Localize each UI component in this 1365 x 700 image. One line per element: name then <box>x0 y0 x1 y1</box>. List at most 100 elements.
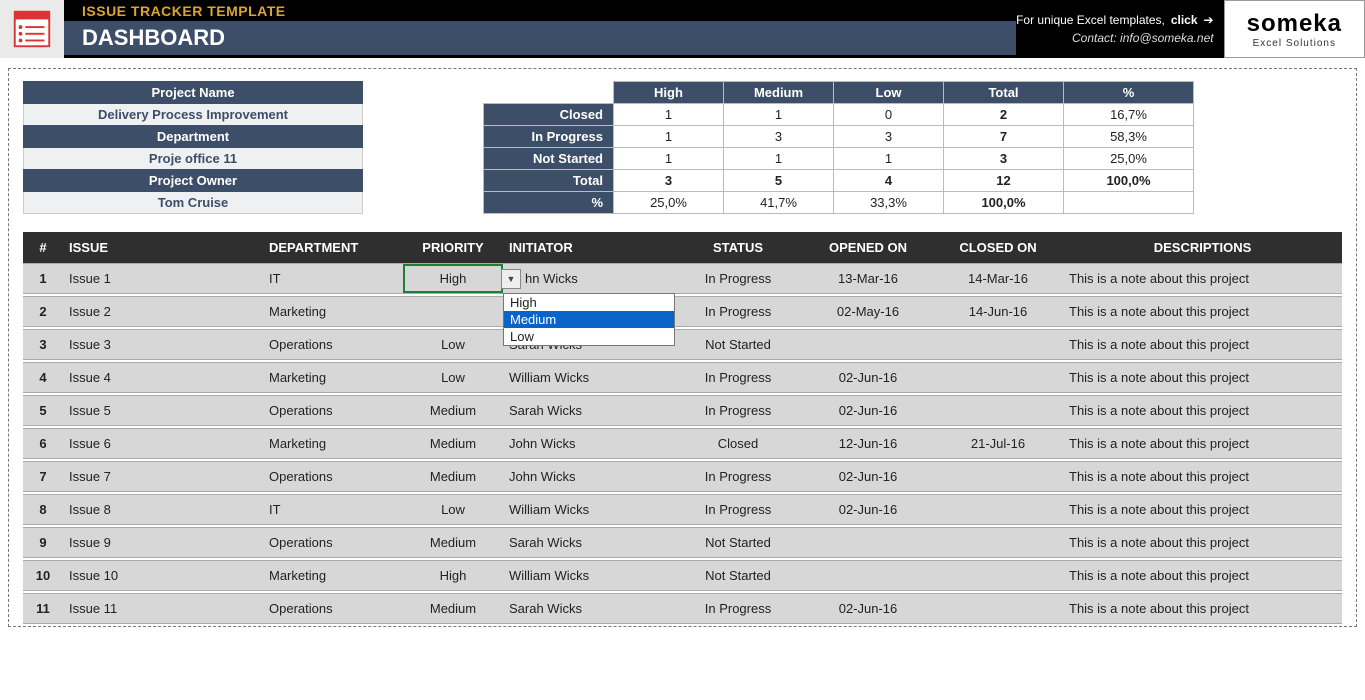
cell-status[interactable]: In Progress <box>673 264 803 293</box>
cell-desc[interactable]: This is a note about this project <box>1063 297 1342 326</box>
cell-num[interactable]: 11 <box>23 594 63 623</box>
issue-row[interactable]: 7Issue 7OperationsMediumJohn WicksIn Pro… <box>23 461 1342 492</box>
issue-row[interactable]: 8Issue 8ITLowWilliam WicksIn Progress02-… <box>23 494 1342 525</box>
cell-status[interactable]: In Progress <box>673 363 803 392</box>
cell-priority[interactable]: Medium <box>403 594 503 623</box>
cell-desc[interactable]: This is a note about this project <box>1063 396 1342 425</box>
cell-issue[interactable]: Issue 4 <box>63 363 263 392</box>
cell-opened[interactable]: 02-Jun-16 <box>803 462 933 491</box>
cell-closed[interactable]: 21-Jul-16 <box>933 429 1063 458</box>
cell-initiator[interactable]: hn Wicks <box>503 264 673 293</box>
cell-initiator[interactable]: Sarah Wicks <box>503 594 673 623</box>
cell-num[interactable]: 3 <box>23 330 63 359</box>
cell-issue[interactable]: Issue 6 <box>63 429 263 458</box>
cell-dept[interactable]: IT <box>263 495 403 524</box>
cell-opened[interactable]: 02-May-16 <box>803 297 933 326</box>
cell-opened[interactable]: 02-Jun-16 <box>803 495 933 524</box>
issue-row[interactable]: 5Issue 5OperationsMediumSarah WicksIn Pr… <box>23 395 1342 426</box>
cell-priority[interactable]: Low <box>403 363 503 392</box>
cell-opened[interactable]: 02-Jun-16 <box>803 594 933 623</box>
cell-closed[interactable] <box>933 396 1063 425</box>
cell-issue[interactable]: Issue 1 <box>63 264 263 293</box>
cell-dept[interactable]: Operations <box>263 330 403 359</box>
cell-opened[interactable] <box>803 561 933 590</box>
cell-dept[interactable]: Marketing <box>263 561 403 590</box>
cell-priority[interactable]: Low <box>403 495 503 524</box>
cell-desc[interactable]: This is a note about this project <box>1063 495 1342 524</box>
cell-dept[interactable]: Operations <box>263 396 403 425</box>
cell-priority[interactable]: Medium <box>403 528 503 557</box>
dropdown-option[interactable]: Low <box>504 328 674 345</box>
cell-dept[interactable]: Operations <box>263 594 403 623</box>
cell-desc[interactable]: This is a note about this project <box>1063 561 1342 590</box>
cell-issue[interactable]: Issue 3 <box>63 330 263 359</box>
cell-num[interactable]: 9 <box>23 528 63 557</box>
cell-status[interactable]: Closed <box>673 429 803 458</box>
issue-row[interactable]: 3Issue 3OperationsLowSarah WicksNot Star… <box>23 329 1342 360</box>
dropdown-button[interactable]: ▼ <box>501 269 521 289</box>
cell-priority[interactable]: High▼HighMediumLow <box>403 264 503 293</box>
cell-desc[interactable]: This is a note about this project <box>1063 594 1342 623</box>
issue-row[interactable]: 11Issue 11OperationsMediumSarah WicksIn … <box>23 593 1342 624</box>
cta-link[interactable]: For unique Excel templates, click ➔ <box>1016 13 1214 27</box>
cell-priority[interactable]: High <box>403 561 503 590</box>
cell-opened[interactable]: 13-Mar-16 <box>803 264 933 293</box>
cell-priority[interactable]: Medium <box>403 462 503 491</box>
cell-status[interactable]: In Progress <box>673 495 803 524</box>
department-value[interactable]: Proje office 11 <box>23 148 363 169</box>
cell-initiator[interactable]: John Wicks <box>503 429 673 458</box>
cell-dept[interactable]: Marketing <box>263 363 403 392</box>
cell-initiator[interactable]: Sarah Wicks <box>503 528 673 557</box>
cell-closed[interactable] <box>933 495 1063 524</box>
issue-row[interactable]: 2Issue 2Marketingilliam WicksIn Progress… <box>23 296 1342 327</box>
cell-priority[interactable]: Medium <box>403 429 503 458</box>
cell-num[interactable]: 2 <box>23 297 63 326</box>
cell-opened[interactable]: 12-Jun-16 <box>803 429 933 458</box>
cell-initiator[interactable]: William Wicks <box>503 495 673 524</box>
issue-row[interactable]: 4Issue 4MarketingLowWilliam WicksIn Prog… <box>23 362 1342 393</box>
cell-num[interactable]: 10 <box>23 561 63 590</box>
cell-initiator[interactable]: William Wicks <box>503 561 673 590</box>
cell-issue[interactable]: Issue 9 <box>63 528 263 557</box>
cell-issue[interactable]: Issue 5 <box>63 396 263 425</box>
cell-priority[interactable]: Low <box>403 330 503 359</box>
cell-status[interactable]: In Progress <box>673 462 803 491</box>
cell-opened[interactable] <box>803 330 933 359</box>
cell-status[interactable]: Not Started <box>673 330 803 359</box>
brand-logo[interactable]: someka Excel Solutions <box>1224 0 1365 58</box>
cell-desc[interactable]: This is a note about this project <box>1063 330 1342 359</box>
cell-desc[interactable]: This is a note about this project <box>1063 462 1342 491</box>
issue-row[interactable]: 9Issue 9OperationsMediumSarah WicksNot S… <box>23 527 1342 558</box>
cell-priority[interactable] <box>403 297 503 326</box>
cell-desc[interactable]: This is a note about this project <box>1063 264 1342 293</box>
owner-value[interactable]: Tom Cruise <box>23 192 363 214</box>
cell-closed[interactable] <box>933 330 1063 359</box>
cell-status[interactable]: In Progress <box>673 396 803 425</box>
issue-row[interactable]: 1Issue 1ITHigh▼HighMediumLowhn WicksIn P… <box>23 263 1342 294</box>
cell-issue[interactable]: Issue 10 <box>63 561 263 590</box>
cell-opened[interactable] <box>803 528 933 557</box>
cell-desc[interactable]: This is a note about this project <box>1063 528 1342 557</box>
cell-priority[interactable]: Medium <box>403 396 503 425</box>
cell-num[interactable]: 6 <box>23 429 63 458</box>
cell-initiator[interactable]: William Wicks <box>503 363 673 392</box>
cell-dept[interactable]: Operations <box>263 462 403 491</box>
cell-issue[interactable]: Issue 7 <box>63 462 263 491</box>
cell-num[interactable]: 8 <box>23 495 63 524</box>
cell-num[interactable]: 4 <box>23 363 63 392</box>
cell-closed[interactable] <box>933 561 1063 590</box>
cell-dept[interactable]: Marketing <box>263 297 403 326</box>
dropdown-option[interactable]: High <box>504 294 674 311</box>
cell-closed[interactable] <box>933 594 1063 623</box>
cell-num[interactable]: 7 <box>23 462 63 491</box>
cell-num[interactable]: 1 <box>23 264 63 293</box>
cell-issue[interactable]: Issue 2 <box>63 297 263 326</box>
cell-dept[interactable]: Operations <box>263 528 403 557</box>
cell-status[interactable]: In Progress <box>673 297 803 326</box>
cell-status[interactable]: In Progress <box>673 594 803 623</box>
cell-dept[interactable]: Marketing <box>263 429 403 458</box>
project-name-value[interactable]: Delivery Process Improvement <box>23 104 363 125</box>
cell-closed[interactable] <box>933 528 1063 557</box>
issue-row[interactable]: 6Issue 6MarketingMediumJohn WicksClosed1… <box>23 428 1342 459</box>
cell-desc[interactable]: This is a note about this project <box>1063 429 1342 458</box>
